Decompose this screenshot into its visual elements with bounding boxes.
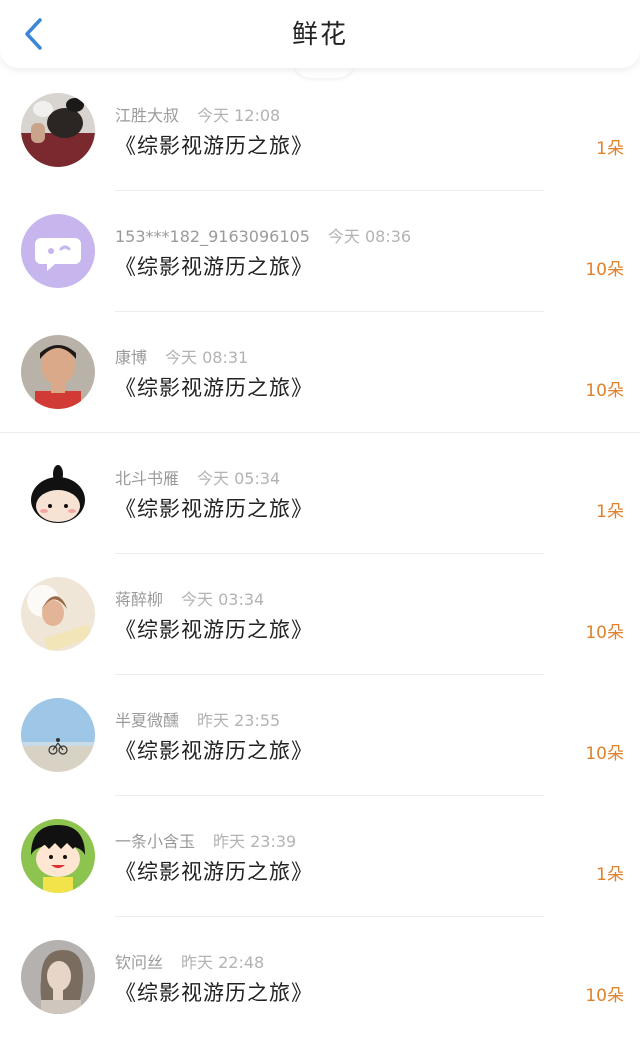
avatar[interactable] <box>21 698 95 772</box>
book-title: 《综影视游历之旅》 <box>115 134 313 158</box>
sender-name: 一条小含玉 <box>115 832 196 851</box>
book-title: 《综影视游历之旅》 <box>115 739 313 763</box>
sender-name: 康博 <box>115 348 148 367</box>
list-item[interactable]: 一条小含玉 昨天 23:39 《综影视游历之旅》 1朵 <box>0 796 640 917</box>
book-title: 《综影视游历之旅》 <box>115 618 313 642</box>
book-title: 《综影视游历之旅》 <box>115 376 313 400</box>
send-time: 今天 08:31 <box>165 348 249 367</box>
send-time: 今天 08:36 <box>327 227 412 246</box>
flower-count: 10朵 <box>585 381 624 401</box>
book-title: 《综影视游历之旅》 <box>115 255 313 279</box>
sender-info: 钦问丝 昨天 22:48 <box>115 949 264 973</box>
flower-count: 10朵 <box>585 744 624 764</box>
send-time: 今天 05:34 <box>197 469 281 488</box>
avatar[interactable] <box>21 577 95 651</box>
list-item[interactable]: 蒋醉柳 今天 03:34 《综影视游历之旅》 10朵 <box>0 554 640 675</box>
avatar[interactable] <box>21 214 95 288</box>
sender-info: 江胜大叔 今天 12:08 <box>115 102 280 126</box>
avatar[interactable] <box>21 456 95 530</box>
send-time: 今天 03:34 <box>181 590 265 609</box>
sender-info: 蒋醉柳 今天 03:34 <box>115 586 264 610</box>
book-title: 《综影视游历之旅》 <box>115 981 313 1005</box>
sender-name: 江胜大叔 <box>115 106 180 125</box>
header-bar: 鲜花 <box>0 0 640 68</box>
sender-info: 半夏微醺 昨天 23:55 <box>115 707 280 731</box>
list-item[interactable]: 康博 今天 08:31 《综影视游历之旅》 10朵 <box>0 312 640 433</box>
book-title: 《综影视游历之旅》 <box>115 497 313 521</box>
book-title: 《综影视游历之旅》 <box>115 860 313 884</box>
gift-record-list: 江胜大叔 今天 12:08 《综影视游历之旅》 1朵 153***182_9163… <box>0 70 640 1038</box>
send-time: 昨天 22:48 <box>181 953 265 972</box>
flower-count: 1朵 <box>596 502 624 522</box>
avatar[interactable] <box>21 93 95 167</box>
page-title: 鲜花 <box>291 20 348 50</box>
flower-count: 1朵 <box>596 865 624 885</box>
flower-count: 10朵 <box>585 986 624 1006</box>
sender-name: 半夏微醺 <box>115 711 180 730</box>
sender-info: 153***182_9163096105 今天 08:36 <box>115 223 411 247</box>
flower-count: 1朵 <box>596 139 624 159</box>
sender-info: 一条小含玉 昨天 23:39 <box>115 828 296 852</box>
list-item[interactable]: 钦问丝 昨天 22:48 《综影视游历之旅》 10朵 <box>0 917 640 1038</box>
sender-info: 康博 今天 08:31 <box>115 344 248 368</box>
list-item[interactable]: 半夏微醺 昨天 23:55 《综影视游历之旅》 10朵 <box>0 675 640 796</box>
list-item[interactable]: 江胜大叔 今天 12:08 《综影视游历之旅》 1朵 <box>0 70 640 191</box>
send-time: 今天 12:08 <box>197 106 281 125</box>
avatar[interactable] <box>21 940 95 1014</box>
sender-name: 蒋醉柳 <box>115 590 164 609</box>
sender-name: 153***182_9163096105 <box>115 227 310 246</box>
sender-name: 钦问丝 <box>115 953 164 972</box>
sender-info: 北斗书雁 今天 05:34 <box>115 465 280 489</box>
list-item[interactable]: 153***182_9163096105 今天 08:36 《综影视游历之旅》 1… <box>0 191 640 312</box>
send-time: 昨天 23:55 <box>197 711 281 730</box>
send-time: 昨天 23:39 <box>213 832 297 851</box>
flower-count: 10朵 <box>585 623 624 643</box>
sender-name: 北斗书雁 <box>115 469 180 488</box>
avatar[interactable] <box>21 819 95 893</box>
avatar[interactable] <box>21 335 95 409</box>
list-item[interactable]: 北斗书雁 今天 05:34 《综影视游历之旅》 1朵 <box>0 433 640 554</box>
flower-count: 10朵 <box>585 260 624 280</box>
